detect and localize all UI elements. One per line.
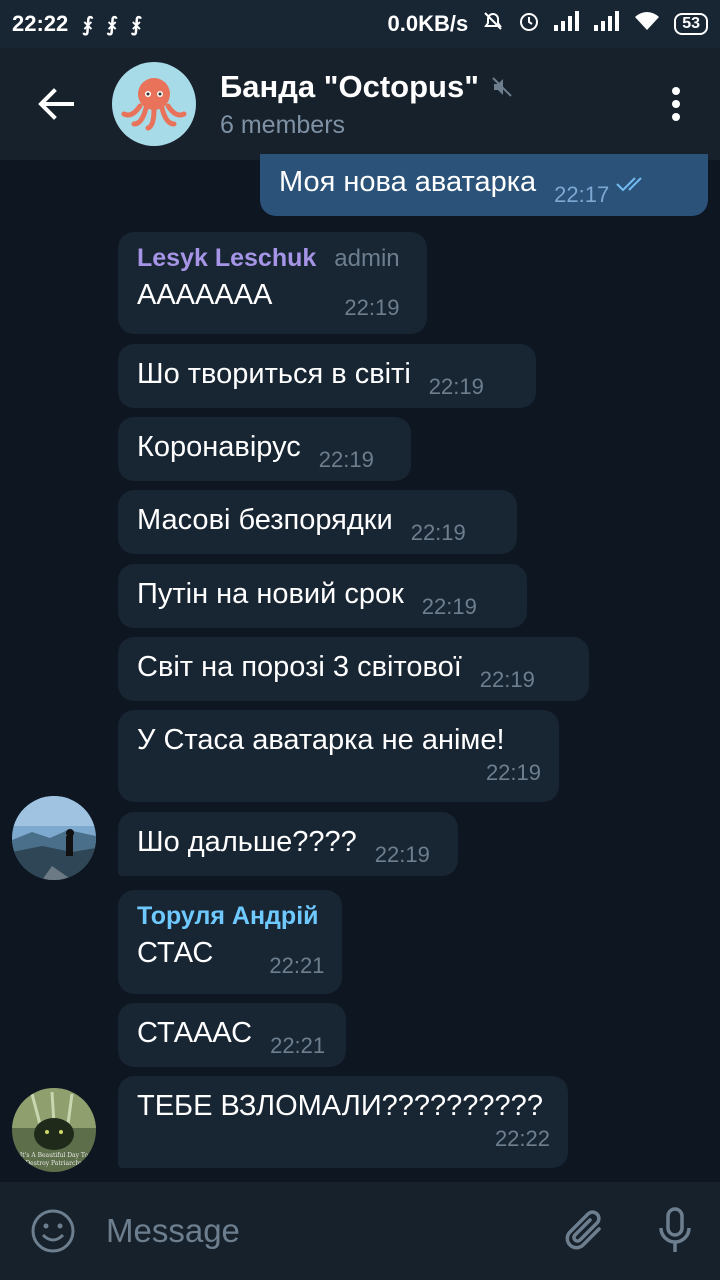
message-text: Світ на порозі 3 світової [137,651,462,683]
mic-icon [659,1207,691,1252]
emoji-icon [31,1209,75,1253]
message-text: Путін на новий срок [137,578,404,610]
user-avatar[interactable]: It's A Beautiful Day To Destroy Patriarc… [12,1088,96,1172]
message-time: 22:19 [410,520,466,545]
group-avatar[interactable] [112,62,196,146]
message-bubble[interactable]: Світ на порозі 3 світової 22:19 [118,637,589,701]
net-speed: 0.0KB/s [387,11,469,36]
notification-icon: ⨘ [82,13,93,36]
message-time: 22:21 [270,1033,326,1058]
back-arrow-icon [38,88,74,120]
signal-icon [594,11,620,37]
wifi-icon [634,11,660,37]
status-time: 22:22 [12,11,69,36]
message-time: 22:19 [344,295,400,320]
message-time: 22:19 [421,594,477,619]
message-time: 22:19 [428,374,484,399]
attach-icon [565,1210,601,1250]
composer [0,1182,720,1280]
octopus-icon [121,78,187,131]
message-bubble[interactable]: ТЕБЕ ВЗЛОМАЛИ?????????? 22:22 [118,1076,568,1168]
mountain-photo-icon [12,796,96,880]
message-text: Коронавірус [137,431,301,463]
battery-level: 53 [674,13,708,35]
signal-icon [554,11,580,37]
status-bar: 22:22 ⨘ ⨘ ⨘ 0.0KB/s 53 [0,0,720,48]
notification-icon: ⨘ [106,13,118,36]
back-button[interactable] [0,48,112,160]
message-text: Шо дальше???? [137,826,357,858]
message-bubble[interactable]: Коронавірус 22:19 [118,417,411,481]
sender-name: Lesyk Leschuk [137,244,317,272]
message-bubble[interactable]: Шо дальше???? 22:19 [118,812,458,876]
dnd-icon [482,10,504,38]
message-bubble[interactable]: Масові безпорядки 22:19 [118,490,517,554]
member-count: 6 members [220,110,346,139]
message-input[interactable] [106,1212,540,1250]
more-vert-icon [672,87,680,121]
message-bubble[interactable]: У Стаса аватарка не аніме! 22:19 [118,710,559,802]
message-text: СТАС [137,937,214,969]
message-time: 22:19 [318,447,374,472]
message-time: 22:21 [269,953,325,978]
message-list[interactable]: Моя нова аватарка 22:17 Lesyk Leschuk adm… [0,154,720,1180]
message-bubble[interactable]: Торуля Андрій СТАС 22:21 [118,890,342,994]
double-check-icon [615,174,651,200]
message-text: ТЕБЕ ВЗЛОМАЛИ?????????? [137,1090,543,1122]
message-time: 22:17 [554,182,610,207]
message-time: 22:19 [374,842,430,867]
chat-title: Банда "Octopus" [220,68,479,104]
attach-button[interactable] [540,1207,630,1255]
message-text: Масові безпорядки [137,504,393,536]
more-button[interactable] [646,48,706,160]
message-text: Моя нова аватарка [279,166,537,198]
message-text: СТАААС [137,1017,253,1049]
sender-role: admin [334,245,400,272]
avatar-caption: It's A Beautiful Day To [20,1152,89,1159]
chat-info[interactable]: Банда "Octopus" 6 members [220,69,646,140]
message-bubble[interactable]: Путін на новий срок 22:19 [118,564,527,628]
mute-icon [492,76,512,97]
message-text: Шо твориться в світі [137,358,411,390]
avatar-caption: Destroy Patriarchy [25,1160,83,1167]
message-bubble[interactable]: Шо твориться в світі 22:19 [118,344,536,408]
chat-header: Банда "Octopus" 6 members [0,48,720,160]
message-text: AAAAAAA [137,279,273,311]
sender-name: Торуля Андрій [137,902,319,930]
notification-icon: ⨘ [130,13,142,36]
message-time: 22:22 [494,1126,550,1151]
emoji-button[interactable] [0,1208,106,1254]
message-time: 22:19 [485,760,541,785]
message-bubble[interactable]: Lesyk Leschuk admin AAAAAAA 22:19 [118,232,427,334]
message-text: У Стаса аватарка не аніме! [137,724,505,756]
message-bubble[interactable]: СТАААС 22:21 [118,1003,346,1067]
alarm-icon [518,10,540,38]
message-bubble[interactable]: Моя нова аватарка 22:17 [260,154,708,216]
mic-button[interactable] [630,1206,720,1256]
message-time: 22:19 [479,667,535,692]
user-avatar[interactable] [12,796,96,880]
cat-photo-icon: It's A Beautiful Day To Destroy Patriarc… [12,1088,96,1172]
